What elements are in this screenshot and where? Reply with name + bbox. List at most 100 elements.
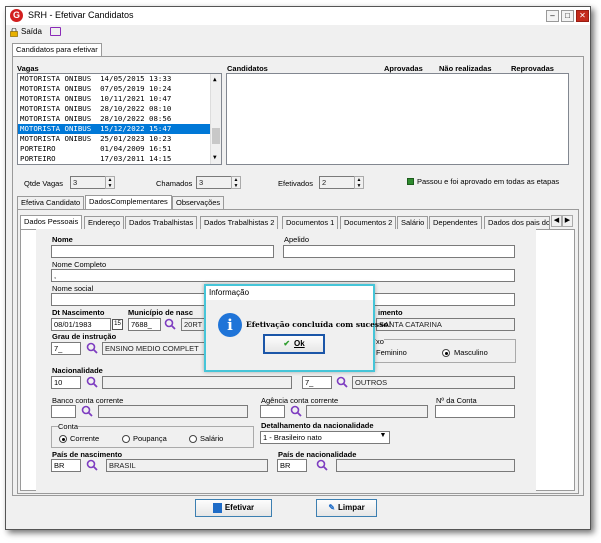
scroll-up-icon[interactable]: ▲ (213, 76, 217, 83)
pais-nacionalidade-search-icon[interactable] (316, 459, 328, 471)
municipio-search-icon[interactable] (164, 318, 176, 330)
scroll-thumb[interactable] (212, 128, 220, 144)
apelido-field[interactable] (283, 245, 515, 258)
tab-endereco[interactable]: Endereço (84, 216, 125, 229)
conta-poupanca-radio[interactable] (122, 435, 130, 443)
raca-search-icon[interactable] (336, 376, 348, 388)
vaga-row[interactable]: PORTEIRO 17/03/2011 14:15 (18, 154, 221, 164)
tab-salario[interactable]: Salário (397, 216, 429, 229)
nacionalidade-code-field[interactable]: 10 (51, 376, 81, 389)
menu-exit[interactable]: Saída (21, 27, 42, 36)
vaga-row[interactable]: MOTORISTA ONIBUS 14/05/2015 13:33 (18, 74, 221, 84)
banco-search-icon[interactable] (81, 405, 93, 417)
detalhamento-select[interactable]: 1 - Brasileiro nato (260, 431, 390, 444)
dropdown-arrow-icon[interactable]: ▼ (377, 432, 389, 443)
raca-name-field: OUTROS (352, 376, 515, 389)
sexo-masculino-radio[interactable] (442, 349, 450, 357)
sexo-masculino-label[interactable]: Masculino (454, 348, 488, 357)
chamados-spinner[interactable]: ▲ ▼ (231, 176, 241, 189)
conta-salario-radio[interactable] (189, 435, 197, 443)
vagas-scrollbar[interactable]: ▲ ▼ (210, 74, 221, 164)
efetivados-field[interactable]: 2 (319, 176, 355, 189)
dialog-title: Informação (206, 286, 373, 300)
vaga-row[interactable]: MOTORISTA ONIBUS 25/01/2023 10:23 (18, 134, 221, 144)
efetivar-button[interactable]: Efetivar (195, 499, 272, 517)
tab-dados-pessoais[interactable]: Dados Pessoais (20, 215, 83, 229)
nome-field[interactable] (51, 245, 274, 258)
tab-efetiva-candidato[interactable]: Efetiva Candidato (17, 196, 85, 209)
detalhamento-label: Detalhamento da nacionalidade (261, 421, 374, 430)
tabs-left-arrow-icon[interactable]: ◀ (551, 215, 562, 227)
conta-corrente-radio[interactable] (59, 435, 67, 443)
calendar-icon[interactable]: 15 (112, 319, 123, 330)
vaga-row[interactable]: MOTORISTA ONIBUS 28/10/2022 08:56 (18, 114, 221, 124)
grau-name-field: ENSINO MEDIO COMPLET (102, 342, 212, 355)
limpar-label: Limpar (338, 503, 365, 513)
nome-completo-label: Nome Completo (52, 260, 107, 269)
monitor-icon[interactable] (50, 27, 61, 36)
tab-candidatos-para-efetivar[interactable]: Candidatos para efetivar (12, 43, 102, 56)
qtde-vagas-spinner[interactable]: ▲ ▼ (105, 176, 115, 189)
info-icon: i (218, 313, 242, 337)
municipio-label: Município de nasc (128, 308, 194, 317)
ok-label: Ok (294, 339, 305, 348)
candidatos-grid[interactable] (226, 73, 569, 165)
tab-dados-trabalhistas-2[interactable]: Dados Trabalhistas 2 (200, 216, 279, 229)
tab-dependentes[interactable]: Dependentes (429, 216, 482, 229)
close-button[interactable]: ✕ (576, 10, 589, 22)
grau-search-icon[interactable] (86, 342, 98, 354)
scroll-down-icon[interactable]: ▼ (213, 154, 217, 161)
tab-dados-complementares[interactable]: DadosComplementares (85, 195, 172, 209)
dialog-message: Efetivação concluída com sucesso! (246, 320, 392, 329)
vaga-row[interactable]: MOTORISTA ONIBUS 15/12/2022 15:47 (18, 124, 221, 134)
pais-nacionalidade-code-field[interactable]: BR (277, 459, 307, 472)
nome-label: Nome (52, 235, 73, 244)
tab-dados-trabalhistas[interactable]: Dados Trabalhistas (125, 216, 198, 229)
conta-label: Nº da Conta (436, 396, 477, 405)
conta-salario-label[interactable]: Salário (200, 434, 223, 443)
check-icon: ✔ (283, 339, 291, 348)
ok-button[interactable]: ✔ Ok (263, 334, 325, 354)
limpar-button[interactable]: ✎ Limpar (316, 499, 377, 517)
nacionalidade-name-field (102, 376, 292, 389)
qtde-vagas-field[interactable]: 3 (70, 176, 106, 189)
grau-code-field[interactable]: 7_ (51, 342, 81, 355)
pais-nascimento-label: País de nascimento (52, 450, 123, 459)
raca-code-field[interactable]: 7_ (302, 376, 332, 389)
nacionalidade-search-icon[interactable] (86, 376, 98, 388)
legend-swatch (407, 178, 414, 185)
vaga-row[interactable]: MOTORISTA ONIBUS 07/05/2019 10:24 (18, 84, 221, 94)
col-aprovadas: Aprovadas (384, 64, 423, 73)
agencia-code-field[interactable] (260, 405, 285, 418)
agencia-label: Agência conta corrente (261, 396, 339, 405)
pais-nacionalidade-label: País de nacionalidade (278, 450, 357, 459)
chamados-field[interactable]: 3 (196, 176, 232, 189)
efetivados-label: Efetivados (278, 179, 314, 188)
nome-completo-field[interactable]: , (51, 269, 515, 282)
conta-poupanca-label[interactable]: Poupança (133, 434, 167, 443)
vaga-row[interactable]: MOTORISTA ONIBUS 10/11/2021 10:47 (18, 94, 221, 104)
municipio-code-field[interactable]: 7688_ (128, 318, 161, 331)
vaga-row[interactable]: PORTEIRO 01/04/2009 16:51 (18, 144, 221, 154)
sexo-feminino-label[interactable]: Feminino (376, 348, 407, 357)
banco-code-field[interactable] (51, 405, 76, 418)
tab-documentos-2[interactable]: Documentos 2 (340, 216, 397, 229)
efetivar-label: Efetivar (224, 503, 255, 512)
pais-nascimento-search-icon[interactable] (86, 459, 98, 471)
maximize-button[interactable]: □ (561, 10, 574, 22)
agencia-search-icon[interactable] (290, 405, 302, 417)
pais-nascimento-code-field[interactable]: BR (51, 459, 81, 472)
dt-nascimento-field[interactable]: 08/01/1983 (51, 318, 111, 331)
conta-field[interactable] (435, 405, 515, 418)
vagas-list[interactable]: MOTORISTA ONIBUS 14/05/2015 13:33 MOTORIS… (17, 73, 222, 165)
tab-dados-dos-pais[interactable]: Dados dos pais do (484, 216, 550, 229)
vaga-row[interactable]: MOTORISTA ONIBUS 28/10/2022 08:10 (18, 104, 221, 114)
banco-name-field (98, 405, 248, 418)
tab-observacoes[interactable]: Observações (172, 196, 225, 209)
conta-corrente-label[interactable]: Corrente (70, 434, 99, 443)
efetivados-spinner[interactable]: ▲ ▼ (354, 176, 364, 189)
nacionalidade-label: Nacionalidade (52, 366, 103, 375)
minimize-button[interactable]: – (546, 10, 559, 22)
tab-documentos-1[interactable]: Documentos 1 (282, 216, 339, 229)
tabs-right-arrow-icon[interactable]: ▶ (562, 215, 573, 227)
